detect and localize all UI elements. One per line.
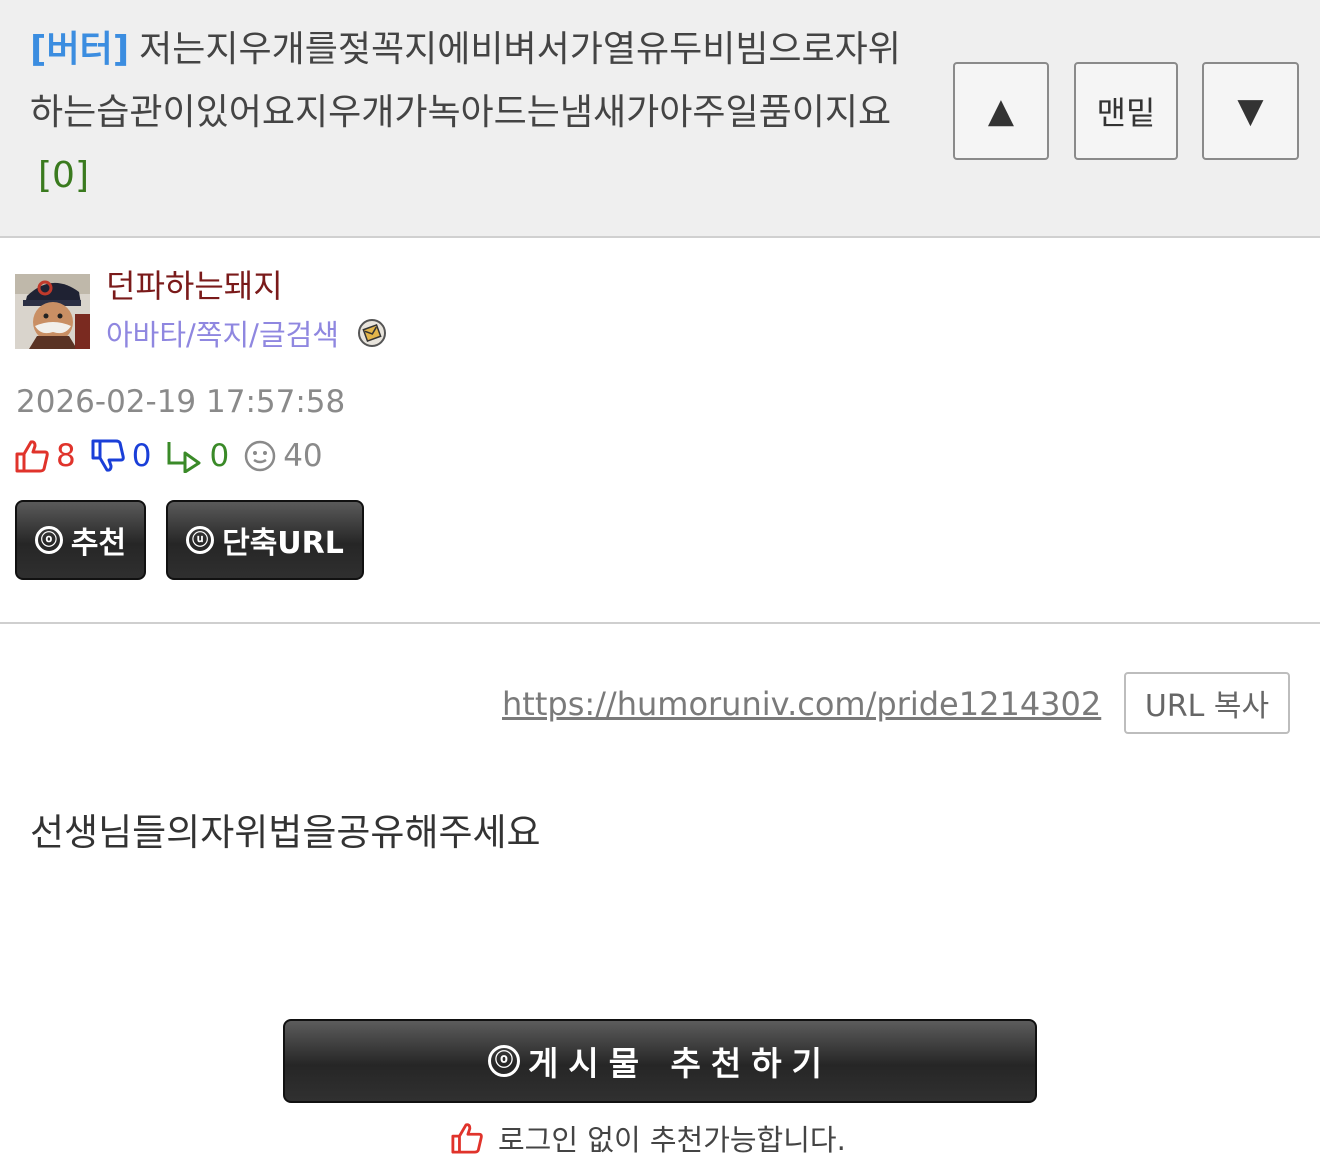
recommend-post-button[interactable]: ⓞ 게시물 추천하기 bbox=[283, 1019, 1037, 1103]
up-arrow-icon: ▲ bbox=[987, 91, 1015, 131]
upvote-count: 8 bbox=[56, 438, 76, 474]
view-stat: 40 bbox=[243, 438, 323, 474]
circle-o-icon: ⓞ bbox=[487, 1045, 520, 1077]
reply-stat: 0 bbox=[165, 438, 229, 474]
go-bottom-button[interactable]: 맨밑 bbox=[1074, 62, 1178, 160]
url-copy-button[interactable]: URL 복사 bbox=[1124, 672, 1290, 734]
author-links-text[interactable]: 아바타/쪽지/글검색 bbox=[106, 318, 339, 352]
upvote-stat: 8 bbox=[14, 438, 76, 474]
smiley-face-icon bbox=[244, 440, 276, 472]
post-url-link[interactable]: https://humoruniv.com/pride1214302 bbox=[502, 684, 1101, 724]
down-arrow-icon: ▼ bbox=[1237, 91, 1264, 131]
reply-count: 0 bbox=[209, 438, 230, 474]
reply-arrow-icon bbox=[167, 442, 201, 473]
post-title-block: [버터] 저는지우개를젖꼭지에비벼서가열유두비빔으로자위하는습관이있어요지우개가녹… bbox=[30, 18, 910, 207]
author-section: 던파하는돼지 아바타/쪽지/글검색 2026-02-19 17:57:58 8 … bbox=[0, 240, 1320, 624]
scroll-up-button[interactable]: ▲ bbox=[953, 62, 1049, 160]
thumbs-down-icon bbox=[91, 439, 125, 472]
short-url-label: 단축URL bbox=[222, 526, 344, 561]
recommend-note: 로그인 없이 추천가능합니다. bbox=[450, 1118, 846, 1158]
post-category[interactable]: [버터] bbox=[30, 29, 129, 70]
recommend-note-text: 로그인 없이 추천가능합니다. bbox=[498, 1123, 846, 1157]
downvote-stat: 0 bbox=[90, 438, 152, 474]
avatar[interactable] bbox=[15, 274, 90, 349]
go-bottom-label: 맨밑 bbox=[1096, 94, 1156, 132]
post-title: 저는지우개를젖꼭지에비벼서가열유두비빔으로자위하는습관이있어요지우개가녹아드는냄… bbox=[30, 29, 901, 133]
recommend-button[interactable]: ⓞ 추천 bbox=[15, 500, 146, 580]
author-nickname[interactable]: 던파하는돼지 bbox=[106, 266, 283, 306]
recommend-label: 추천 bbox=[70, 526, 127, 561]
view-count: 40 bbox=[283, 438, 323, 474]
thumbs-up-icon bbox=[451, 1123, 483, 1154]
envelope-badge-icon[interactable] bbox=[356, 317, 388, 358]
post-date: 2026-02-19 17:57:58 bbox=[16, 384, 346, 420]
comment-count[interactable]: [0] bbox=[38, 155, 89, 196]
scroll-down-button[interactable]: ▼ bbox=[1202, 62, 1299, 160]
avatar-image-icon bbox=[15, 274, 90, 349]
short-url-button[interactable]: ⓤ 단축URL bbox=[166, 500, 364, 580]
thumbs-up-icon bbox=[15, 440, 49, 473]
post-header: [버터] 저는지우개를젖꼭지에비벼서가열유두비빔으로자위하는습관이있어요지우개가녹… bbox=[0, 0, 1320, 238]
recommend-post-label: 게시물 추천하기 bbox=[527, 1044, 832, 1083]
post-stats: 8 0 0 40 bbox=[14, 436, 337, 476]
author-links: 아바타/쪽지/글검색 bbox=[106, 316, 388, 358]
post-body: 선생님들의자위법을공유해주세요 bbox=[30, 811, 541, 854]
circle-u-icon: ⓤ bbox=[186, 526, 215, 554]
circle-o-icon: ⓞ bbox=[34, 526, 63, 554]
downvote-count: 0 bbox=[131, 438, 152, 474]
